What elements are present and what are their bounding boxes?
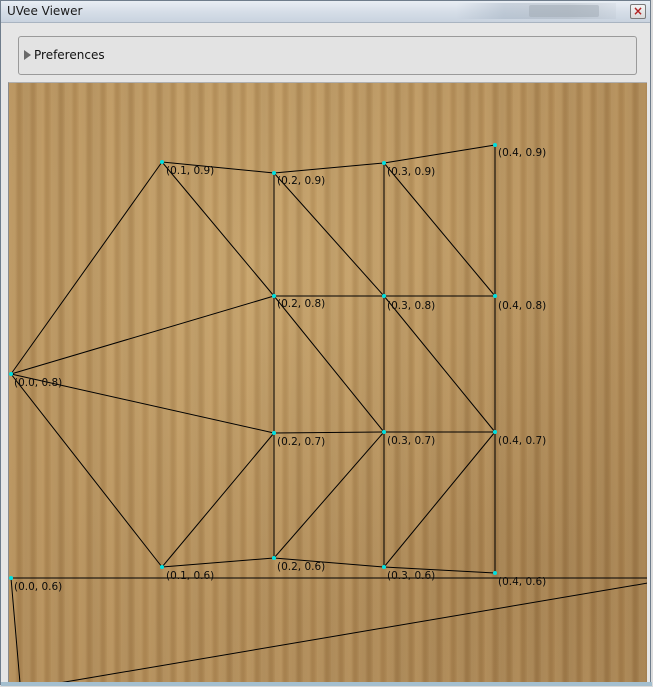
uv-edge — [161, 161, 275, 297]
uv-vertex[interactable] — [382, 161, 386, 165]
uv-vertex[interactable] — [382, 294, 386, 298]
uv-canvas[interactable]: (0.1, 0.9) (0.2, 0.9) (0.3, 0.9) (0.4, 0… — [8, 82, 647, 682]
uv-vertex[interactable] — [272, 171, 276, 175]
uv-vertex[interactable] — [272, 294, 276, 298]
uv-vertex[interactable] — [493, 143, 497, 147]
uv-vertex[interactable] — [9, 576, 13, 580]
uv-label: (0.4, 0.6) — [498, 576, 546, 588]
uv-edges — [10, 144, 647, 682]
uv-vertex[interactable] — [382, 430, 386, 434]
close-icon: × — [632, 4, 644, 18]
title-bar[interactable]: UVee Viewer × — [1, 1, 650, 23]
preferences-label: Preferences — [34, 48, 105, 62]
uv-label: (0.3, 0.7) — [387, 435, 435, 447]
uv-edge — [383, 295, 496, 433]
window-bottom-border — [1, 682, 652, 686]
uv-edge — [273, 172, 385, 297]
uv-vertex[interactable] — [493, 430, 497, 434]
uv-vertex[interactable] — [272, 556, 276, 560]
uv-edge — [383, 144, 496, 164]
uv-label: (0.2, 0.8) — [277, 298, 325, 310]
uv-edge — [273, 431, 385, 434]
uv-label: (0.0, 0.8) — [14, 377, 62, 389]
uv-vertex[interactable] — [160, 565, 164, 569]
uv-edge — [273, 431, 385, 559]
uv-label: (0.0, 0.6) — [14, 581, 62, 593]
uv-edge — [273, 295, 385, 433]
uv-edge — [10, 161, 163, 375]
uv-edge — [10, 577, 21, 682]
uv-label: (0.4, 0.8) — [498, 300, 546, 312]
window-title: UVee Viewer — [7, 4, 83, 18]
uv-label: (0.1, 0.6) — [166, 570, 214, 582]
uv-label: (0.2, 0.7) — [277, 436, 325, 448]
uv-edge — [61, 582, 647, 682]
uv-label: (0.4, 0.7) — [498, 435, 546, 447]
uv-vertex[interactable] — [160, 160, 164, 164]
uv-label: (0.3, 0.9) — [387, 166, 435, 178]
preferences-foldout[interactable]: Preferences — [18, 36, 637, 75]
uv-vertex[interactable] — [382, 565, 386, 569]
uv-vertex[interactable] — [272, 431, 276, 435]
uv-vertices — [9, 143, 497, 580]
uv-label: (0.3, 0.8) — [387, 300, 435, 312]
background-tab-ghost — [529, 5, 599, 17]
foldout-arrow-icon[interactable] — [24, 50, 31, 60]
uv-edge — [383, 162, 496, 297]
uv-edge — [161, 557, 275, 568]
uv-vertex[interactable] — [9, 372, 13, 376]
uv-edge — [383, 431, 496, 568]
uv-vertex[interactable] — [493, 571, 497, 575]
uv-edge — [273, 162, 385, 174]
uv-label: (0.4, 0.9) — [498, 147, 546, 159]
uv-label: (0.3, 0.6) — [387, 570, 435, 582]
uv-label: (0.1, 0.9) — [166, 165, 214, 177]
uvee-viewer-window: UVee Viewer × Preferences (0.1, 0.9) (0.… — [0, 0, 652, 686]
uv-mesh-svg: (0.1, 0.9) (0.2, 0.9) (0.3, 0.9) (0.4, 0… — [9, 143, 647, 682]
uv-edge — [161, 432, 275, 568]
uv-edge — [10, 295, 275, 375]
close-button[interactable]: × — [630, 4, 646, 19]
uv-labels: (0.1, 0.9) (0.2, 0.9) (0.3, 0.9) (0.4, 0… — [14, 147, 546, 593]
uv-label: (0.2, 0.6) — [277, 561, 325, 573]
uv-label: (0.2, 0.9) — [277, 175, 325, 187]
uv-vertex[interactable] — [493, 294, 497, 298]
